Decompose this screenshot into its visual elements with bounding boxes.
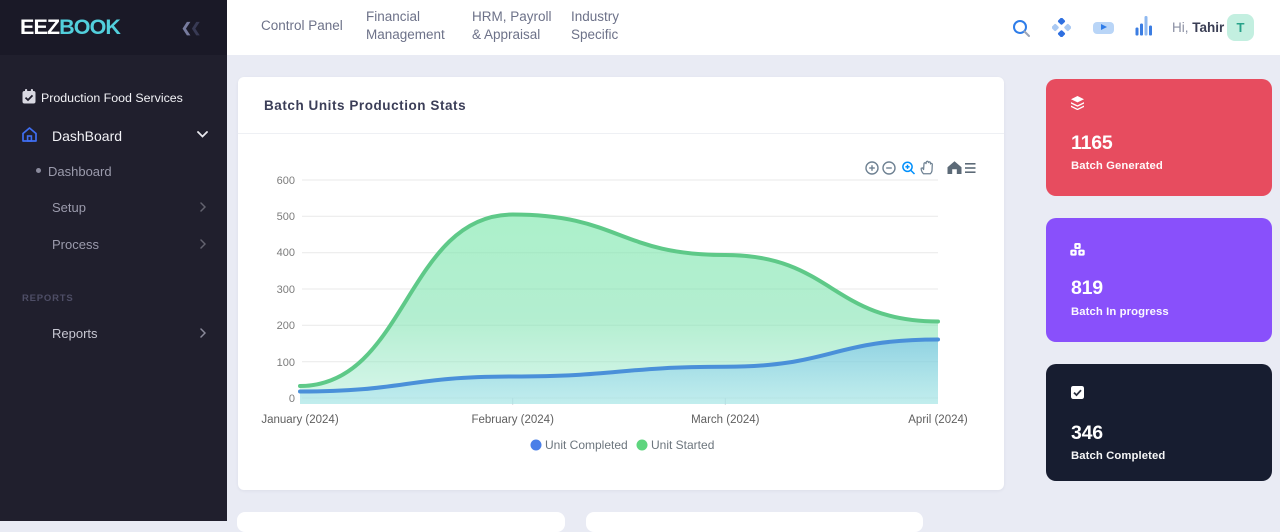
svg-text:200: 200 — [277, 320, 295, 332]
svg-text:300: 300 — [277, 284, 295, 296]
svg-text:January (2024): January (2024) — [261, 414, 339, 426]
svg-text:600: 600 — [277, 175, 295, 187]
svg-text:April (2024): April (2024) — [908, 414, 968, 426]
svg-text:500: 500 — [277, 211, 295, 223]
svg-text:400: 400 — [277, 247, 295, 259]
svg-text:February (2024): February (2024) — [471, 414, 554, 426]
svg-text:Unit Completed: Unit Completed — [545, 438, 628, 452]
svg-text:Unit Started: Unit Started — [651, 438, 714, 452]
svg-text:0: 0 — [289, 393, 295, 405]
svg-text:March (2024): March (2024) — [691, 414, 760, 426]
svg-text:100: 100 — [277, 357, 295, 369]
